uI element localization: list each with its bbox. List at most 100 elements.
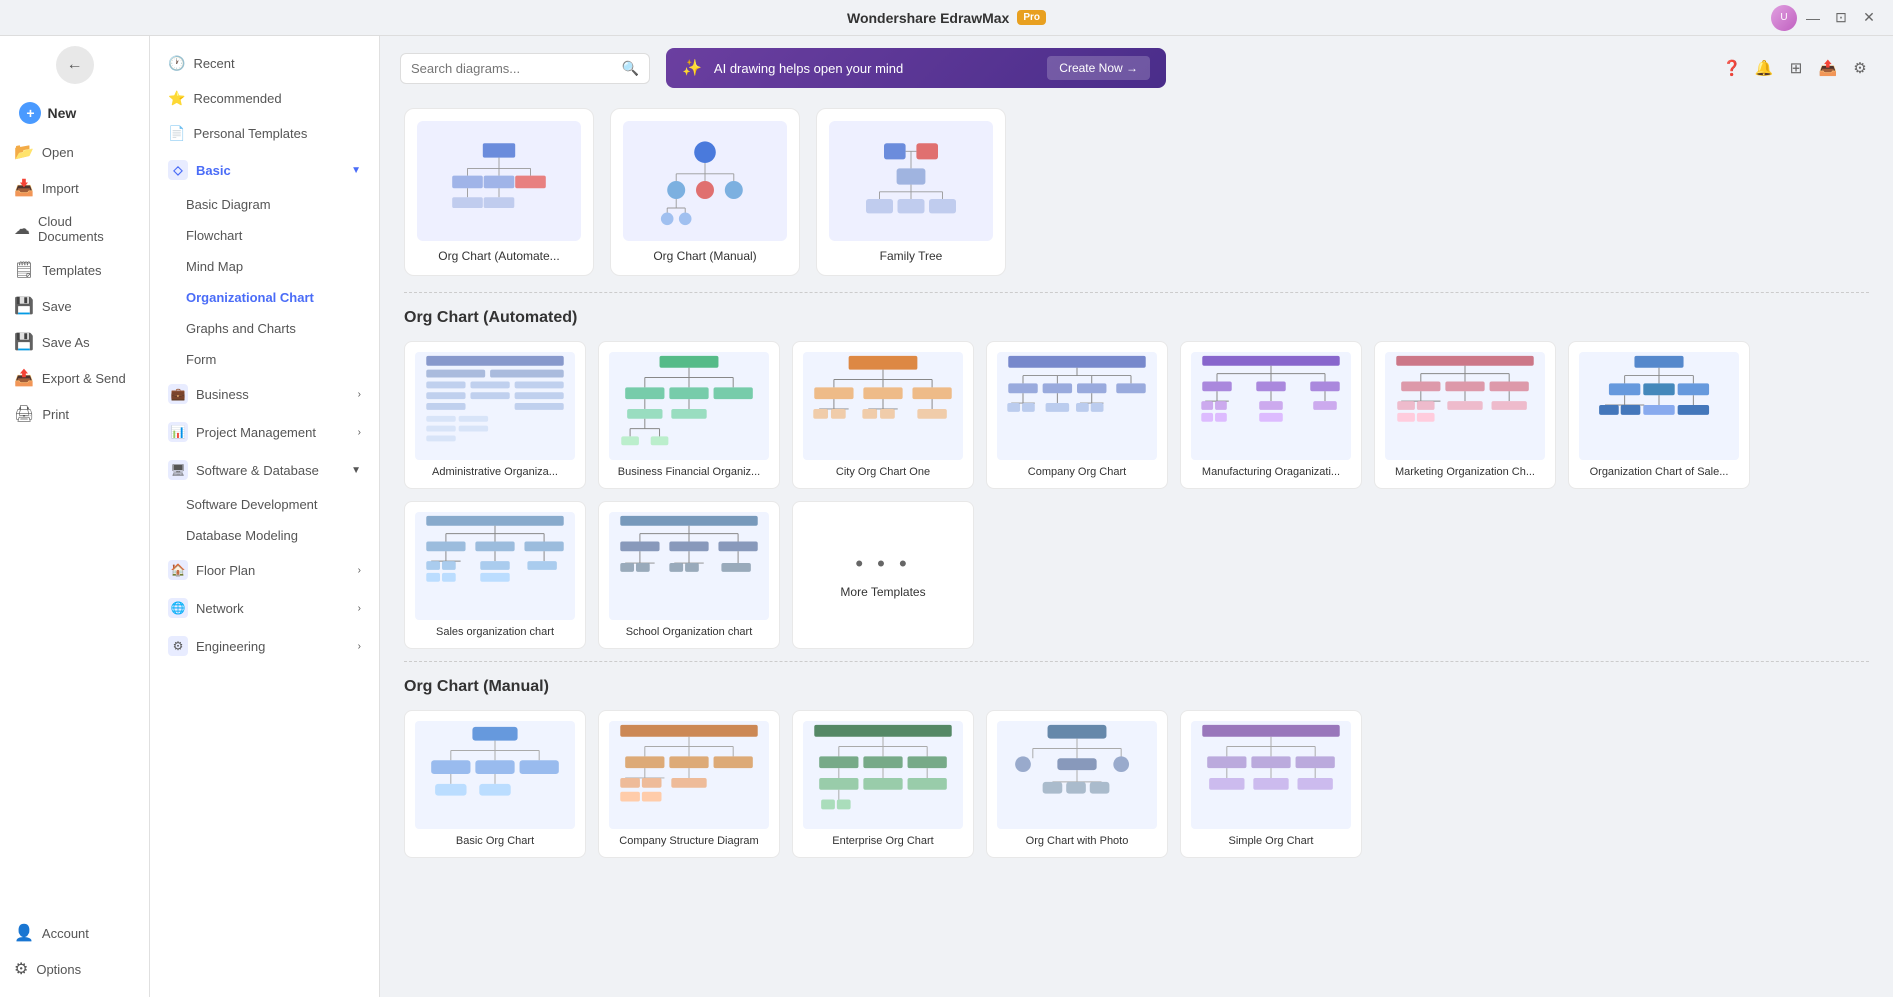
card-label-org-manual: Org Chart (Manual) — [623, 249, 787, 263]
template-biz-financial[interactable]: Business Financial Organiz... — [598, 341, 780, 489]
section-org-manual: Org Chart (Manual) — [404, 678, 1869, 858]
template-manual-2[interactable]: Company Structure Diagram — [598, 710, 780, 858]
template-city-org[interactable]: City Org Chart One — [792, 341, 974, 489]
template-label-school-org: School Organization chart — [609, 626, 769, 638]
section-title-automated: Org Chart (Automated) — [404, 309, 1869, 327]
cat-subitem-graphs[interactable]: Graphs and Charts — [150, 313, 379, 344]
print-icon: 🖨 — [14, 404, 34, 424]
card-org-auto[interactable]: Org Chart (Automate... — [404, 108, 594, 276]
more-templates-label: More Templates — [840, 585, 925, 599]
template-manual-4[interactable]: Org Chart with Photo — [986, 710, 1168, 858]
new-label: New — [47, 105, 76, 121]
template-sales-org[interactable]: Sales organization chart — [404, 501, 586, 649]
import-icon: 📥 — [14, 178, 34, 198]
project-chevron-icon: › — [358, 427, 361, 438]
cat-section-floor[interactable]: 🏠 Floor Plan › — [150, 551, 379, 589]
template-label-marketing-org: Marketing Organization Ch... — [1385, 466, 1545, 478]
cat-item-recommended[interactable]: ⭐ Recommended — [150, 81, 379, 116]
topbar: 🔍 ✨ AI drawing helps open your mind Crea… — [380, 36, 1893, 100]
engineering-chevron-icon: › — [358, 641, 361, 652]
ai-create-button[interactable]: Create Now → — [1047, 56, 1150, 80]
close-button[interactable]: ✕ — [1857, 6, 1881, 30]
new-button[interactable]: + New — [7, 96, 141, 130]
sidebar-item-options[interactable]: ⚙ Options — [0, 951, 149, 987]
cat-subitem-database[interactable]: Database Modeling — [150, 520, 379, 551]
card-preview-family-tree — [829, 121, 993, 241]
section-divider-1 — [404, 292, 1869, 293]
template-company-org[interactable]: Company Org Chart — [986, 341, 1168, 489]
search-bar: 🔍 — [400, 53, 650, 84]
template-manufacturing[interactable]: Manufacturing Oraganizati... — [1180, 341, 1362, 489]
grid-icon[interactable]: ⊞ — [1783, 55, 1809, 81]
back-button[interactable]: ← — [56, 46, 94, 84]
sidebar-item-import[interactable]: 📥 Import — [0, 170, 149, 206]
sidebar-item-print[interactable]: 🖨 Print — [0, 396, 149, 432]
sidebar-item-account[interactable]: 👤 Account — [0, 915, 149, 951]
cat-subitem-software-dev[interactable]: Software Development — [150, 489, 379, 520]
cat-subitem-mindmap[interactable]: Mind Map — [150, 251, 379, 282]
cat-section-network[interactable]: 🌐 Network › — [150, 589, 379, 627]
software-icon: 🖥 — [168, 460, 188, 480]
network-chevron-icon: › — [358, 603, 361, 614]
template-label-sales-org: Sales organization chart — [415, 626, 575, 638]
template-manual-1[interactable]: Basic Org Chart — [404, 710, 586, 858]
notification-icon[interactable]: 🔔 — [1751, 55, 1777, 81]
template-marketing-org[interactable]: Marketing Organization Ch... — [1374, 341, 1556, 489]
recommended-icon: ⭐ — [168, 90, 185, 107]
top-cards-row: Org Chart (Automate... — [404, 108, 1869, 276]
cat-section-basic[interactable]: ◇ Basic ▼ — [150, 151, 379, 189]
minimize-button[interactable]: — — [1801, 6, 1825, 30]
business-icon: 💼 — [168, 384, 188, 404]
templates-grid-automated: Administrative Organiza... — [404, 341, 1869, 649]
open-icon: 📂 — [14, 142, 34, 162]
template-label-company-org: Company Org Chart — [997, 466, 1157, 478]
template-admin-org[interactable]: Administrative Organiza... — [404, 341, 586, 489]
cat-subitem-basic-diagram[interactable]: Basic Diagram — [150, 189, 379, 220]
sidebar-item-saveas[interactable]: 💾 Save As — [0, 324, 149, 360]
settings-icon[interactable]: ⚙ — [1847, 55, 1873, 81]
sidebar-item-open[interactable]: 📂 Open — [0, 134, 149, 170]
options-icon: ⚙ — [14, 959, 28, 979]
avatar[interactable]: U — [1771, 5, 1797, 31]
card-label-family-tree: Family Tree — [829, 249, 993, 263]
search-input[interactable] — [411, 61, 616, 76]
cat-section-software[interactable]: 🖥 Software & Database ▼ — [150, 451, 379, 489]
cat-subitem-org-chart[interactable]: Organizational Chart — [150, 282, 379, 313]
card-family-tree[interactable]: Family Tree — [816, 108, 1006, 276]
card-preview-org-auto — [417, 121, 581, 241]
cat-item-recent[interactable]: 🕐 Recent — [150, 46, 379, 81]
template-org-sales[interactable]: Organization Chart of Sale... — [1568, 341, 1750, 489]
sidebar-item-cloud[interactable]: ☁ Cloud Documents — [0, 206, 149, 252]
ai-banner: ✨ AI drawing helps open your mind Create… — [666, 48, 1166, 88]
template-more[interactable]: • • • More Templates — [792, 501, 974, 649]
cat-subitem-form[interactable]: Form — [150, 344, 379, 375]
share-icon[interactable]: 📤 — [1815, 55, 1841, 81]
sidebar-item-save[interactable]: 💾 Save — [0, 288, 149, 324]
app-title: Wondershare EdrawMax Pro — [847, 10, 1046, 26]
cloud-icon: ☁ — [14, 219, 30, 239]
pro-badge: Pro — [1017, 10, 1046, 25]
network-icon: 🌐 — [168, 598, 188, 618]
floor-icon: 🏠 — [168, 560, 188, 580]
export-icon: 📤 — [14, 368, 34, 388]
cat-section-business[interactable]: 💼 Business › — [150, 375, 379, 413]
template-manual-3[interactable]: Enterprise Org Chart — [792, 710, 974, 858]
basic-chevron-icon: ▼ — [351, 165, 361, 176]
save-icon: 💾 — [14, 296, 34, 316]
template-manual-5[interactable]: Simple Org Chart — [1180, 710, 1362, 858]
template-school-org[interactable]: School Organization chart — [598, 501, 780, 649]
ai-banner-text: AI drawing helps open your mind — [714, 61, 1035, 76]
sidebar: ← + New 📂 Open 📥 Import ☁ Cloud Document… — [0, 36, 150, 997]
sidebar-item-export[interactable]: 📤 Export & Send — [0, 360, 149, 396]
cat-subitem-flowchart[interactable]: Flowchart — [150, 220, 379, 251]
cat-item-personal[interactable]: 📄 Personal Templates — [150, 116, 379, 151]
business-chevron-icon: › — [358, 389, 361, 400]
help-icon[interactable]: ❓ — [1719, 55, 1745, 81]
template-label-manufacturing: Manufacturing Oraganizati... — [1191, 466, 1351, 478]
card-org-manual[interactable]: Org Chart (Manual) — [610, 108, 800, 276]
cat-section-engineering[interactable]: ⚙ Engineering › — [150, 627, 379, 665]
section-org-automated: Org Chart (Automated) — [404, 309, 1869, 649]
restore-button[interactable]: ⊡ — [1829, 6, 1853, 30]
cat-section-project[interactable]: 📊 Project Management › — [150, 413, 379, 451]
sidebar-item-templates[interactable]: 🗒 Templates — [0, 252, 149, 288]
